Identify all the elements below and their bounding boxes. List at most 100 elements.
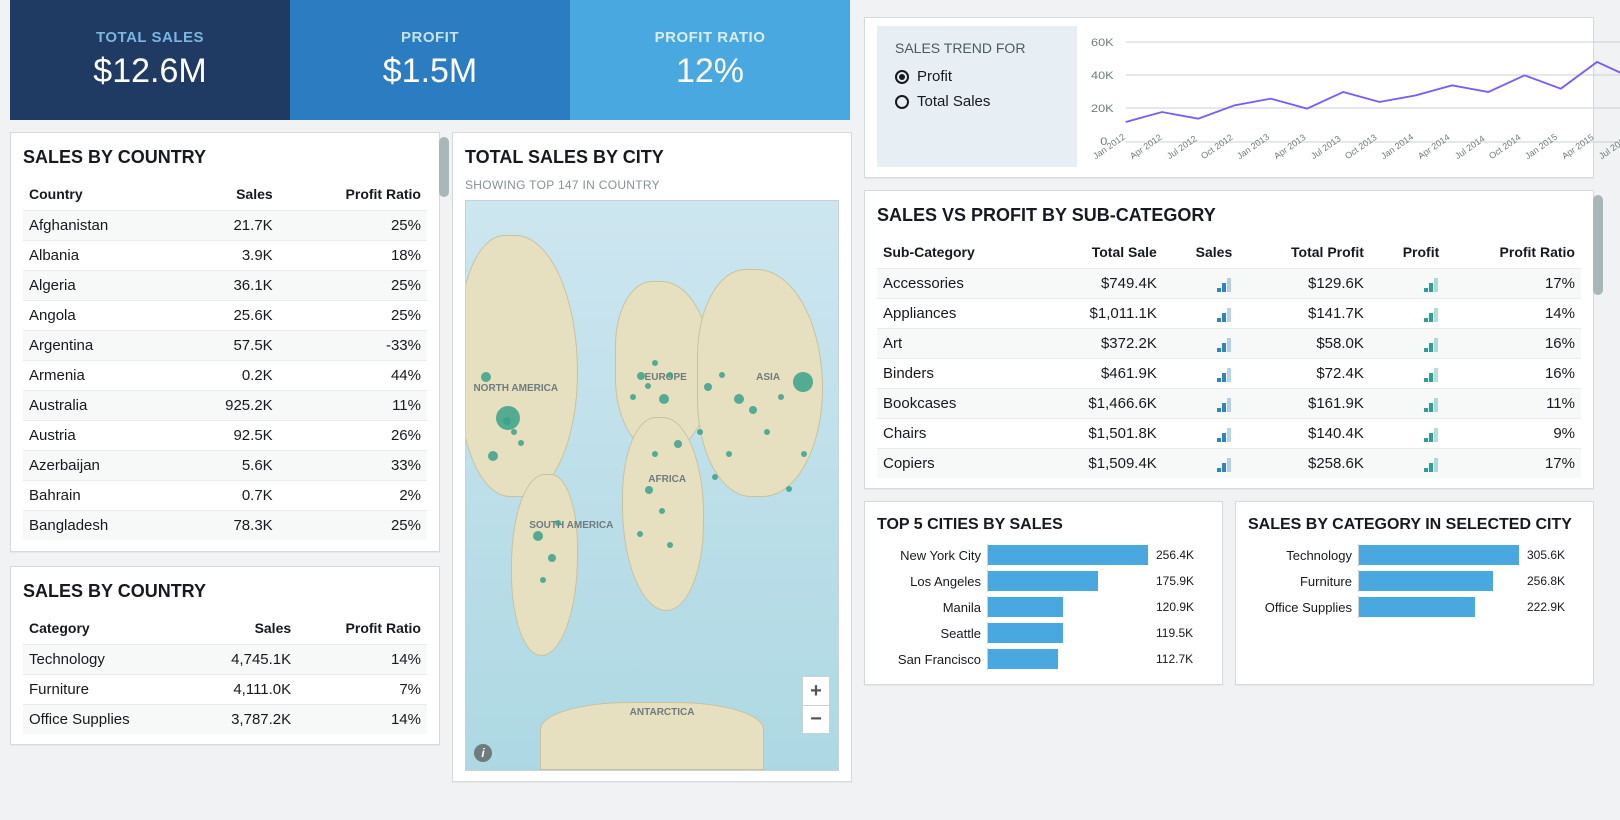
top-cities-chart[interactable]: New York City 256.4K Los Angeles 175.9K … — [877, 544, 1210, 670]
table-row[interactable]: Bahrain 0.7K 2% — [23, 481, 427, 511]
card-title: SALES BY CATEGORY IN SELECTED CITY — [1248, 516, 1581, 534]
map-dot[interactable] — [786, 486, 792, 492]
bar-row[interactable]: Technology 305.6K — [1248, 544, 1581, 566]
map[interactable]: NORTH AMERICA EUROPE ASIA AFRICA SOUTH A… — [465, 200, 839, 771]
col-profit[interactable]: Profit — [1370, 236, 1445, 269]
col-country[interactable]: Country — [23, 178, 178, 211]
bars-icon — [1424, 425, 1439, 442]
table-row[interactable]: Australia 925.2K 11% — [23, 391, 427, 421]
table-row[interactable]: Copiers $1,509.4K $258.6K 17% — [877, 449, 1581, 479]
zoom-in-button[interactable]: + — [803, 677, 829, 705]
table-row[interactable]: Armenia 0.2K 44% — [23, 361, 427, 391]
table-row[interactable]: Azerbaijan 5.6K 33% — [23, 451, 427, 481]
table-row[interactable]: Austria 92.5K 26% — [23, 421, 427, 451]
trend-legend: SALES TREND FOR Profit Total Sales — [877, 26, 1077, 167]
bars-icon — [1424, 365, 1439, 382]
map-dot[interactable] — [793, 372, 813, 392]
svg-text:20K: 20K — [1091, 102, 1114, 115]
table-row[interactable]: Algeria 36.1K 25% — [23, 271, 427, 301]
kpi-profit[interactable]: PROFIT $1.5M — [290, 0, 570, 120]
trend-x-axis: Jan 2012Apr 2012Jul 2012Oct 2012Jan 2013… — [1091, 153, 1620, 163]
map-dot[interactable] — [555, 520, 561, 526]
continent-label: SOUTH AMERICA — [529, 520, 613, 531]
continent-label: NORTH AMERICA — [473, 383, 558, 394]
map-dot[interactable] — [518, 440, 524, 446]
map-dot[interactable] — [548, 554, 556, 562]
zoom-out-button[interactable]: − — [803, 705, 829, 733]
trend-chart[interactable]: 60K 40K 20K 0 Jan 2012Apr 2012Jul 2012Oc… — [1087, 26, 1620, 167]
bars-icon — [1217, 335, 1232, 352]
info-icon[interactable]: i — [474, 744, 492, 762]
table-row[interactable]: Bookcases $1,466.6K $161.9K 11% — [877, 389, 1581, 419]
table-row[interactable]: Technology 4,745.1K 14% — [23, 645, 427, 675]
map-dot[interactable] — [764, 429, 770, 435]
sales-by-country-card: SALES BY COUNTRY Country Sales Profit Ra… — [10, 132, 440, 552]
map-dot[interactable] — [697, 429, 703, 435]
continent-label: ASIA — [756, 372, 780, 383]
col-profit-ratio[interactable]: Profit Ratio — [279, 178, 427, 211]
map-dot[interactable] — [645, 383, 651, 389]
scrollbar[interactable] — [439, 137, 449, 197]
category-city-chart[interactable]: Technology 305.6K Furniture 256.8K Offic… — [1248, 544, 1581, 618]
bar-row[interactable]: Office Supplies 222.9K — [1248, 596, 1581, 618]
bars-icon — [1424, 455, 1439, 472]
kpi-value: 12% — [676, 52, 744, 91]
card-title: TOTAL SALES BY CITY — [465, 147, 839, 168]
table-row[interactable]: Afghanistan 21.7K 25% — [23, 211, 427, 241]
table-row[interactable]: Angola 25.6K 25% — [23, 301, 427, 331]
col-total-sale[interactable]: Total Sale — [1038, 236, 1163, 269]
col-sales[interactable]: Sales — [190, 612, 297, 645]
map-dot[interactable] — [645, 486, 653, 494]
col-sales[interactable]: Sales — [178, 178, 279, 211]
bar-row[interactable]: Manila 120.9K — [877, 596, 1210, 618]
map-dot[interactable] — [719, 372, 725, 378]
table-row[interactable]: Furniture 4,111.0K 7% — [23, 675, 427, 705]
map-dot[interactable] — [712, 474, 718, 480]
map-dot[interactable] — [533, 531, 543, 541]
trend-option-total-sales[interactable]: Total Sales — [895, 93, 1059, 110]
card-title: TOP 5 CITIES BY SALES — [877, 516, 1210, 534]
col-profit-ratio[interactable]: Profit Ratio — [1445, 236, 1581, 269]
sales-trend-card: SALES TREND FOR Profit Total Sales 60K — [864, 17, 1594, 178]
kpi-total-sales[interactable]: TOTAL SALES $12.6M — [10, 0, 290, 120]
scrollbar[interactable] — [1593, 195, 1603, 295]
legend-title: SALES TREND FOR — [895, 40, 1059, 56]
bar-row[interactable]: New York City 256.4K — [877, 544, 1210, 566]
table-row[interactable]: Argentina 57.5K -33% — [23, 331, 427, 361]
map-dot[interactable] — [749, 406, 757, 414]
table-row[interactable]: Accessories $749.4K $129.6K 17% — [877, 269, 1581, 299]
table-row[interactable]: Albania 3.9K 18% — [23, 241, 427, 271]
col-sales[interactable]: Sales — [1163, 236, 1238, 269]
bars-icon — [1217, 275, 1232, 292]
table-row[interactable]: Art $372.2K $58.0K 16% — [877, 329, 1581, 359]
col-subcategory[interactable]: Sub-Category — [877, 236, 1038, 269]
kpi-profit-ratio[interactable]: PROFIT RATIO 12% — [570, 0, 850, 120]
bars-icon — [1424, 305, 1439, 322]
bar-row[interactable]: Los Angeles 175.9K — [877, 570, 1210, 592]
col-profit-ratio[interactable]: Profit Ratio — [297, 612, 427, 645]
continent-label: EUROPE — [645, 372, 687, 383]
map-dot[interactable] — [667, 372, 673, 378]
table-row[interactable]: Binders $461.9K $72.4K 16% — [877, 359, 1581, 389]
sales-vs-profit-subcategory-card: SALES VS PROFIT BY SUB-CATEGORY Sub-Cate… — [864, 190, 1594, 489]
col-category[interactable]: Category — [23, 612, 190, 645]
table-row[interactable]: Bangladesh 78.3K 25% — [23, 511, 427, 541]
table-row[interactable]: Appliances $1,011.1K $141.7K 14% — [877, 299, 1581, 329]
kpi-value: $1.5M — [383, 52, 478, 91]
trend-option-profit[interactable]: Profit — [895, 68, 1059, 85]
table-row[interactable]: Office Supplies 3,787.2K 14% — [23, 705, 427, 735]
map-dot[interactable] — [511, 429, 517, 435]
map-dot[interactable] — [481, 372, 491, 382]
bar-row[interactable]: San Francisco 112.7K — [877, 648, 1210, 670]
bars-icon — [1217, 395, 1232, 412]
card-title: SALES BY COUNTRY — [23, 147, 427, 168]
svg-text:60K: 60K — [1091, 36, 1114, 49]
bar-row[interactable]: Furniture 256.8K — [1248, 570, 1581, 592]
map-dot[interactable] — [540, 577, 546, 583]
bar-row[interactable]: Seattle 119.5K — [877, 622, 1210, 644]
svg-text:40K: 40K — [1091, 69, 1114, 82]
table-row[interactable]: Chairs $1,501.8K $140.4K 9% — [877, 419, 1581, 449]
map-dot[interactable] — [637, 372, 645, 380]
sales-by-country-table: Country Sales Profit Ratio Afghanistan 2… — [23, 178, 427, 540]
col-total-profit[interactable]: Total Profit — [1238, 236, 1370, 269]
